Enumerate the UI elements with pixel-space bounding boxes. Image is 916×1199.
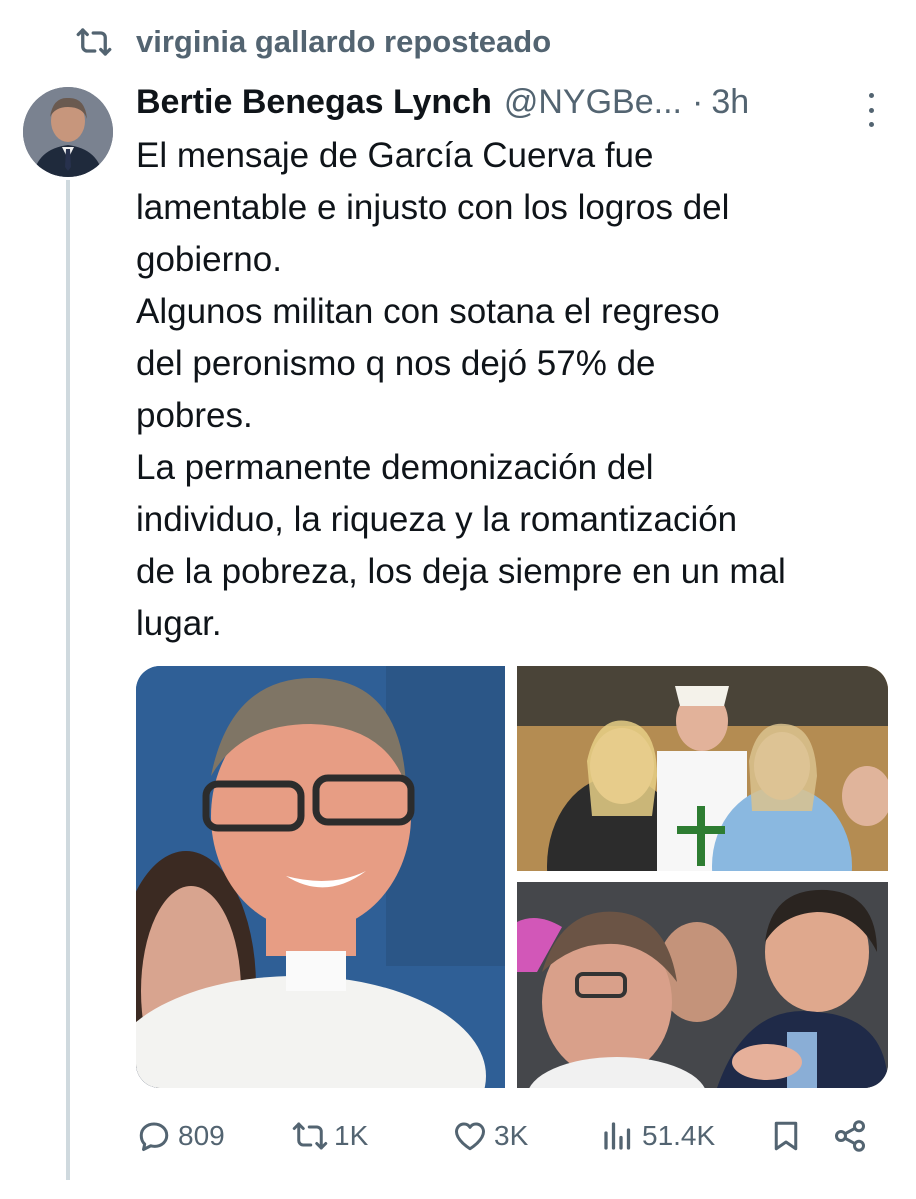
media-grid [136,666,888,1088]
avatar[interactable] [23,87,113,177]
repost-indicator[interactable]: virginia gallardo reposteado [76,20,551,64]
author-name[interactable]: Bertie Benegas Lynch [136,80,492,124]
tweet-actions: 809 1K 3K 51.4K [136,1112,888,1160]
repost-label: virginia gallardo reposteado [136,24,552,59]
retweet-icon [292,1122,328,1150]
tweet-text: El mensaje de García Cuerva fue lamentab… [136,136,786,643]
retweet-count: 1K [334,1120,369,1151]
media-photo-1[interactable] [136,666,505,1088]
reply-button[interactable]: 809 [136,1112,292,1160]
like-icon [455,1122,485,1151]
bookmark-button[interactable] [768,1112,832,1160]
tweet-time[interactable]: 3h [711,80,749,124]
author-handle[interactable]: @NYGBe... [504,80,682,124]
retweet-button[interactable]: 1K [292,1112,452,1160]
repost-icon [76,28,112,56]
media-photo-3[interactable] [517,882,888,1088]
bookmark-icon [774,1121,798,1151]
more-options-icon[interactable] [866,93,876,127]
tweet-header: Bertie Benegas Lynch @NYGBe... · 3h [136,80,876,124]
media-photo-2[interactable] [517,666,888,871]
like-count: 3K [494,1120,529,1151]
views-count: 51.4K [642,1120,716,1151]
thread-line [66,180,70,1180]
reply-icon [139,1122,169,1151]
header-separator: · [691,83,704,121]
share-button[interactable] [832,1112,872,1160]
reply-count: 809 [178,1120,225,1151]
share-icon [835,1120,865,1152]
views-button[interactable]: 51.4K [600,1112,768,1160]
views-icon [604,1122,631,1150]
like-button[interactable]: 3K [452,1112,600,1160]
